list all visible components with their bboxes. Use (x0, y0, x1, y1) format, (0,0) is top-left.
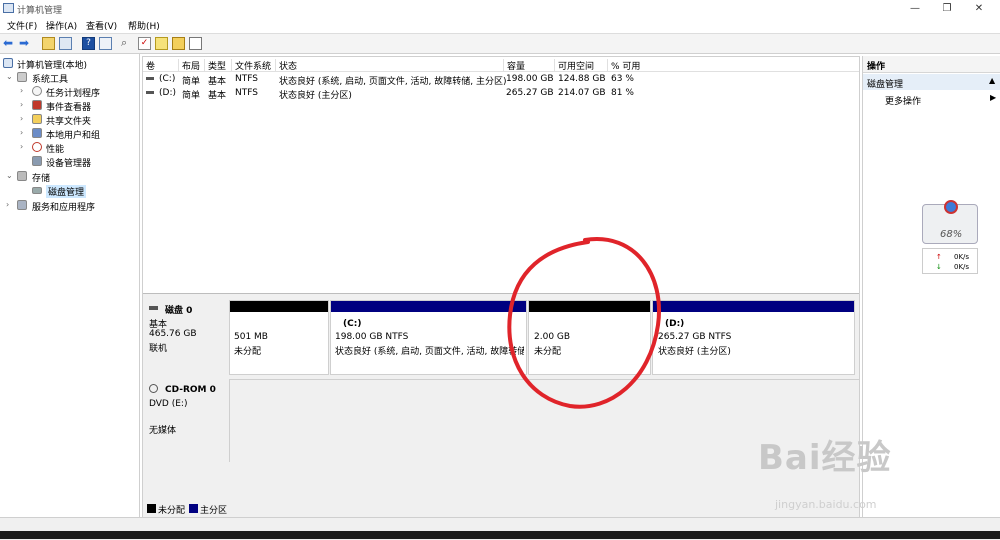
col-status[interactable]: 状态 (275, 59, 297, 72)
network-speed-widget[interactable]: 68% ↑ 0K/s ↓ 0K/s (918, 200, 982, 280)
taskbar (0, 531, 1000, 539)
tools-icon (17, 72, 27, 82)
computer-management-icon (3, 3, 14, 13)
clock-icon (32, 86, 42, 96)
baidu-watermark-url: jingyan.baidu.com (775, 498, 877, 511)
toolbar: ⬅ ➡ ? ⌕ ✓ (0, 33, 1000, 54)
legend: 未分配 主分区 (143, 502, 859, 516)
chevron-right-icon[interactable]: › (20, 114, 23, 123)
tree-item-device-manager[interactable]: 设备管理器 (0, 155, 138, 169)
actions-section-disk-management[interactable]: 磁盘管理 ▲ (863, 74, 1000, 90)
event-viewer-icon (32, 100, 42, 110)
minimize-button[interactable]: — (900, 0, 930, 17)
col-volume[interactable]: 卷 (143, 59, 155, 72)
partition-c[interactable]: (C:) 198.00 GB NTFS 状态良好 (系统, 启动, 页面文件, … (330, 300, 527, 375)
chevron-down-icon[interactable]: ⌄ (6, 171, 13, 180)
volume-icon (146, 91, 154, 94)
speed-globe-icon (944, 200, 958, 214)
download-arrow-icon: ↓ (936, 263, 942, 271)
device-manager-icon (32, 156, 42, 166)
primary-swatch (189, 504, 198, 513)
col-type[interactable]: 类型 (204, 59, 226, 72)
volume-table-header: 卷 布局 类型 文件系统 状态 容量 可用空间 % 可用 (143, 57, 859, 72)
col-free-space[interactable]: 可用空间 (554, 59, 594, 72)
unallocated-swatch (147, 504, 156, 513)
tree-item-root[interactable]: 计算机管理(本地) (0, 57, 138, 71)
menu-file[interactable]: 文件(F) (7, 19, 37, 32)
partition-d[interactable]: (D:) 265.27 GB NTFS 状态良好 (主分区) (652, 300, 855, 375)
speed-panel (922, 248, 978, 274)
actions-header: 操作 (863, 56, 1000, 73)
col-filesystem[interactable]: 文件系统 (231, 59, 271, 72)
collapse-arrow-icon[interactable]: ▲ (989, 76, 995, 85)
chevron-right-icon[interactable]: › (20, 100, 23, 109)
back-arrow-icon[interactable]: ⬅ (3, 37, 16, 50)
tree-item-services[interactable]: › 服务和应用程序 (0, 199, 138, 213)
col-capacity[interactable]: 容量 (503, 59, 525, 72)
table-row[interactable]: (D:) 简单 基本 NTFS 状态良好 (主分区) 265.27 GB 214… (143, 86, 859, 101)
chevron-down-icon[interactable]: ⌄ (6, 72, 13, 81)
users-icon (32, 128, 42, 138)
cdrom-icon (149, 384, 158, 393)
connect-icon[interactable]: ⌕ (121, 37, 134, 50)
tree-item-storage[interactable]: ⌄ 存储 (0, 170, 138, 184)
chevron-right-icon[interactable]: › (20, 142, 23, 151)
new-volume-icon[interactable] (155, 37, 168, 50)
window-list-icon[interactable] (189, 37, 202, 50)
partition-unallocated-1[interactable]: 501 MB 未分配 (229, 300, 329, 375)
submenu-arrow-icon: ▶ (990, 93, 997, 102)
forward-arrow-icon[interactable]: ➡ (19, 37, 32, 50)
services-icon (17, 200, 27, 210)
cdrom-0-label[interactable]: CD-ROM 0 DVD (E:) 无媒体 (145, 380, 227, 460)
navigation-tree: 计算机管理(本地) ⌄ 系统工具 › 任务计划程序 › 事件查看器 › 共享文件… (0, 54, 140, 517)
volume-icon (146, 77, 154, 80)
col-layout[interactable]: 布局 (178, 59, 200, 72)
maximize-button[interactable]: ❐ (932, 0, 962, 17)
tree-item-system-tools[interactable]: ⌄ 系统工具 (0, 71, 138, 85)
menu-action[interactable]: 操作(A) (46, 19, 77, 32)
baidu-watermark: Bai经验 (758, 438, 892, 478)
primary-bar (331, 301, 526, 312)
show-hide-tree-icon[interactable] (59, 37, 72, 50)
window-title: 计算机管理 (17, 6, 63, 16)
menu-view[interactable]: 查看(V) (86, 19, 117, 32)
computer-icon (3, 58, 13, 68)
more-actions-item[interactable]: 更多操作 ▶ (863, 92, 1000, 107)
chevron-right-icon[interactable]: › (6, 200, 9, 209)
title-bar: 计算机管理 — ❐ ✕ (0, 0, 1000, 17)
storage-icon (17, 171, 27, 181)
checklist-icon[interactable]: ✓ (138, 37, 151, 50)
tree-item-performance[interactable]: › 性能 (0, 141, 138, 155)
chevron-right-icon[interactable]: › (20, 128, 23, 137)
folder-up-icon[interactable] (42, 37, 55, 50)
red-annotation-circle (507, 237, 661, 409)
col-percent-free[interactable]: % 可用 (607, 59, 859, 72)
performance-icon (32, 142, 42, 152)
disk-0-label[interactable]: 磁盘 0 基本 465.76 GB 联机 (145, 298, 227, 374)
tree-item-shared-folders[interactable]: › 共享文件夹 (0, 113, 138, 127)
tree-item-event-viewer[interactable]: › 事件查看器 (0, 99, 138, 113)
tree-item-disk-management[interactable]: 磁盘管理 (0, 184, 138, 198)
menu-bar: 文件(F) 操作(A) 查看(V) 帮助(H) (0, 17, 1000, 33)
shared-folder-icon (32, 114, 42, 124)
chevron-right-icon[interactable]: › (20, 86, 23, 95)
table-row[interactable]: (C:) 简单 基本 NTFS 状态良好 (系统, 启动, 页面文件, 活动, … (143, 72, 859, 87)
unallocated-bar (230, 301, 328, 312)
close-button[interactable]: ✕ (964, 0, 994, 17)
primary-bar (653, 301, 854, 312)
properties-icon[interactable] (99, 37, 112, 50)
search-folder-icon[interactable] (172, 37, 185, 50)
disk-icon (32, 187, 42, 194)
disk-icon (149, 306, 158, 310)
tree-item-local-users[interactable]: › 本地用户和组 (0, 127, 138, 141)
menu-help[interactable]: 帮助(H) (128, 19, 160, 32)
tree-item-task-scheduler[interactable]: › 任务计划程序 (0, 85, 138, 99)
upload-arrow-icon: ↑ (936, 253, 942, 261)
help-icon[interactable]: ? (82, 37, 95, 50)
